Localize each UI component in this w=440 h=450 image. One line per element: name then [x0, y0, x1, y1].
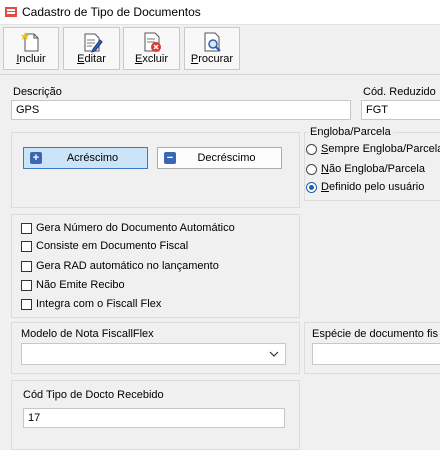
- window-title: Cadastro de Tipo de Documentos: [22, 5, 201, 19]
- search-document-icon: [204, 32, 221, 52]
- acrescimo-group: [11, 132, 300, 208]
- acrescimo-button[interactable]: + Acréscimo: [23, 147, 148, 169]
- incluir-label: Incluir: [16, 53, 46, 65]
- especie-select[interactable]: [312, 343, 440, 365]
- checkbox-box: [21, 241, 32, 252]
- radio-circle-selected: [306, 182, 317, 193]
- checkbox-box: [21, 223, 32, 234]
- procurar-label: Procurar: [190, 53, 234, 65]
- modelo-label: Modelo de Nota FiscallFlex: [21, 328, 154, 340]
- cod-reduzido-label: Cód. Reduzido: [363, 86, 436, 98]
- excluir-label: Excluir: [134, 53, 168, 65]
- cod-tipo-input[interactable]: 17: [23, 408, 285, 428]
- descricao-input[interactable]: GPS: [11, 100, 351, 120]
- incluir-button[interactable]: Incluir: [3, 27, 59, 70]
- chevron-down-icon: [269, 351, 279, 357]
- excluir-button[interactable]: Excluir: [123, 27, 180, 70]
- radio-circle: [306, 164, 317, 175]
- editar-label: Editar: [77, 53, 106, 65]
- toolbar: Incluir Editar Excluir Procurar: [0, 25, 440, 75]
- form-content: Descrição GPS Cód. Reduzido FGT + Acrésc…: [0, 75, 440, 450]
- checkbox-box: [21, 261, 32, 272]
- delete-document-icon: [144, 32, 161, 52]
- procurar-button[interactable]: Procurar: [184, 27, 240, 70]
- app-icon: [5, 7, 17, 17]
- title-bar: Cadastro de Tipo de Documentos: [0, 0, 440, 25]
- descricao-label: Descrição: [13, 86, 62, 98]
- cod-tipo-label: Cód Tipo de Docto Recebido: [23, 389, 164, 401]
- radio-circle: [306, 144, 317, 155]
- checkbox-box: [21, 299, 32, 310]
- editar-button[interactable]: Editar: [63, 27, 120, 70]
- checkbox-box: [21, 280, 32, 291]
- especie-label: Espécie de documento fis: [312, 328, 438, 340]
- new-document-icon: [21, 32, 39, 52]
- modelo-select[interactable]: [21, 343, 286, 365]
- cod-reduzido-input[interactable]: FGT: [361, 100, 440, 120]
- edit-document-icon: [84, 33, 103, 53]
- engloba-title: Engloba/Parcela: [308, 126, 393, 138]
- decrescimo-button[interactable]: − Decréscimo: [157, 147, 282, 169]
